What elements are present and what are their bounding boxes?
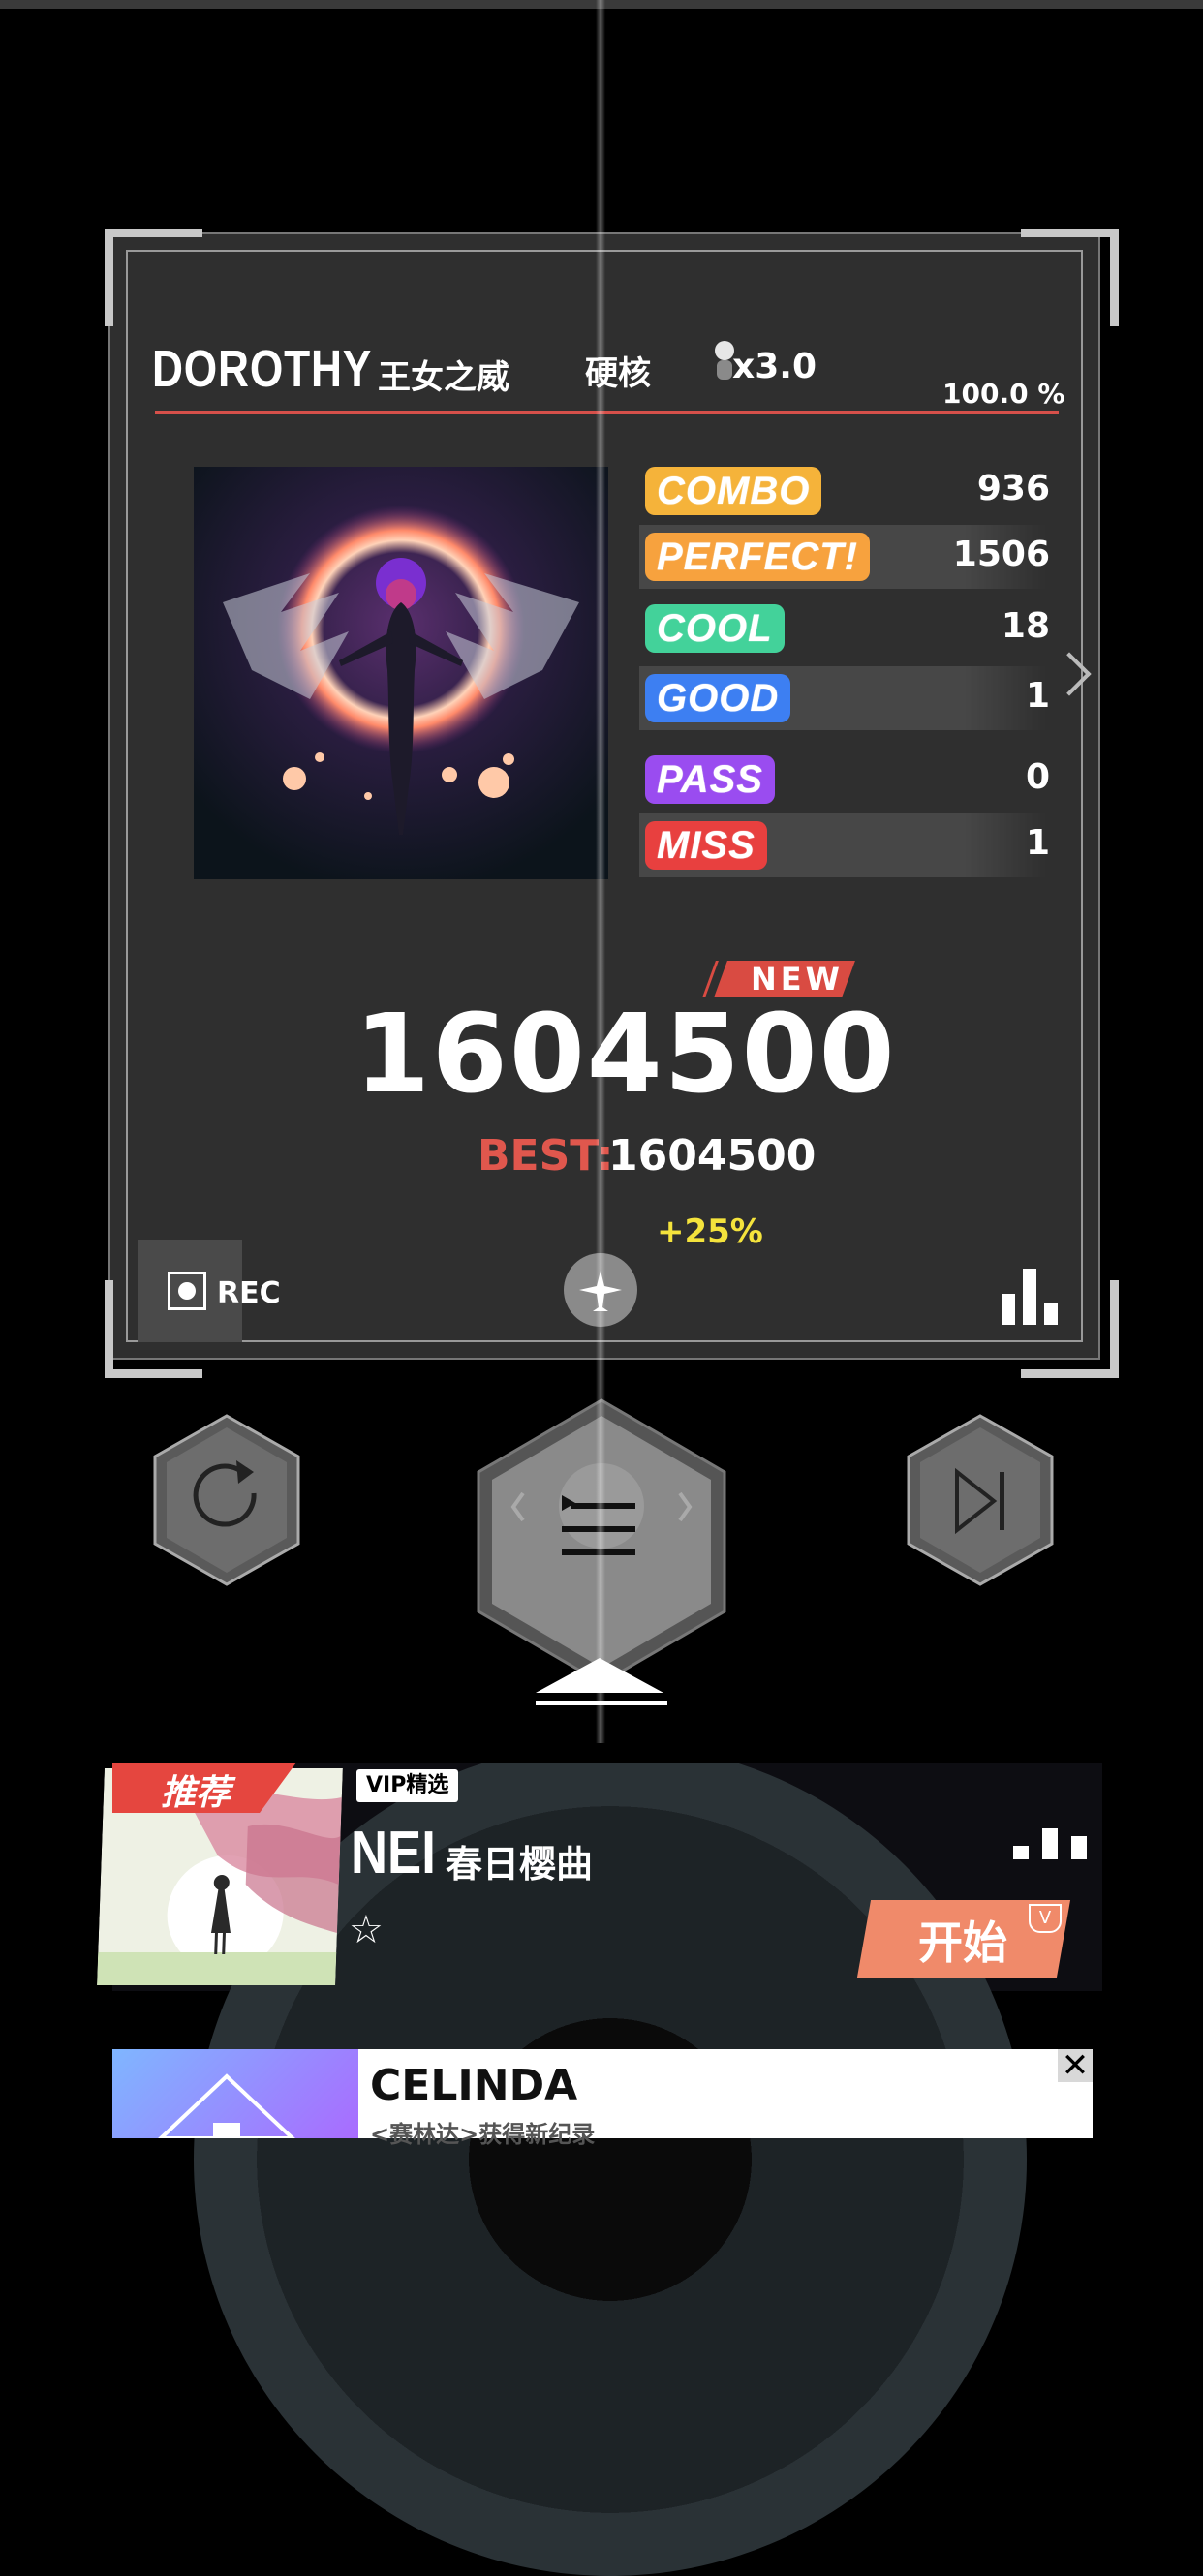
song-cover-art bbox=[194, 467, 608, 879]
vip-badge-icon: V bbox=[1029, 1904, 1062, 1933]
artist-name: DOROTHY bbox=[152, 340, 373, 398]
notification-title: CELINDA bbox=[370, 2061, 578, 2110]
bonus-percent: +25% bbox=[657, 1212, 763, 1251]
panel-corner-bracket bbox=[105, 229, 202, 326]
stat-value: 936 bbox=[976, 469, 1050, 508]
plane-icon[interactable] bbox=[564, 1253, 637, 1327]
top-status-bar bbox=[0, 0, 1203, 9]
notification-subtitle: <赛林达>获得新纪录 bbox=[370, 2121, 596, 2148]
best-score-label: BEST: bbox=[478, 1131, 614, 1181]
recommended-artist: NEI bbox=[351, 1820, 436, 1886]
retry-button[interactable] bbox=[149, 1412, 304, 1588]
close-icon[interactable]: ✕ bbox=[1058, 2049, 1093, 2082]
record-icon bbox=[168, 1272, 206, 1310]
stat-value: 1 bbox=[1025, 823, 1050, 863]
title-divider bbox=[155, 411, 1059, 414]
stat-label: COMBO bbox=[645, 467, 822, 515]
notification-image bbox=[112, 2049, 358, 2140]
start-button-label[interactable]: 开始 bbox=[918, 1908, 1007, 1972]
stat-value: 1 bbox=[1025, 676, 1050, 716]
stat-label: MISS bbox=[645, 821, 767, 870]
menu-button[interactable] bbox=[475, 1396, 728, 1687]
vip-tag: VIP精选 bbox=[356, 1769, 459, 1802]
stat-label: COOL bbox=[645, 604, 785, 653]
panel-corner-bracket bbox=[1021, 229, 1119, 326]
expand-up-line bbox=[536, 1701, 667, 1705]
difficulty-label: 硬核 bbox=[585, 354, 651, 393]
stat-label: PASS bbox=[645, 755, 775, 804]
accuracy-percent: 100.0 % bbox=[942, 378, 1065, 410]
recommended-song-title: 春日樱曲 bbox=[446, 1843, 594, 1886]
signal-level-icon bbox=[1013, 1828, 1087, 1859]
stat-label: PERFECT! bbox=[645, 533, 870, 581]
best-score-value: 1604500 bbox=[608, 1131, 817, 1181]
star-icon: ☆ bbox=[349, 1908, 384, 1952]
next-button[interactable] bbox=[903, 1412, 1058, 1588]
final-score: 1604500 bbox=[355, 992, 897, 1118]
speed-multiplier: x3.0 bbox=[732, 347, 817, 386]
stat-row-combo: COMBO 936 bbox=[639, 459, 1050, 523]
stat-row-perfect: PERFECT! 1506 bbox=[639, 525, 1050, 589]
stat-row-miss: MISS 1 bbox=[639, 813, 1050, 877]
stat-row-cool: COOL 18 bbox=[639, 597, 1050, 660]
expand-up-icon[interactable] bbox=[536, 1658, 663, 1693]
song-title: 王女之威 bbox=[378, 358, 509, 397]
bar-chart-icon[interactable] bbox=[1002, 1269, 1060, 1325]
stat-label: GOOD bbox=[645, 674, 791, 722]
record-label[interactable]: REC bbox=[217, 1276, 281, 1310]
stat-value: 0 bbox=[1025, 757, 1050, 797]
stat-row-good: GOOD 1 bbox=[639, 666, 1050, 730]
recommend-tag-label: 推荐 bbox=[161, 1773, 231, 1813]
stat-row-pass: PASS 0 bbox=[639, 748, 1050, 812]
stat-value: 18 bbox=[1001, 606, 1050, 646]
stat-value: 1506 bbox=[952, 535, 1050, 574]
